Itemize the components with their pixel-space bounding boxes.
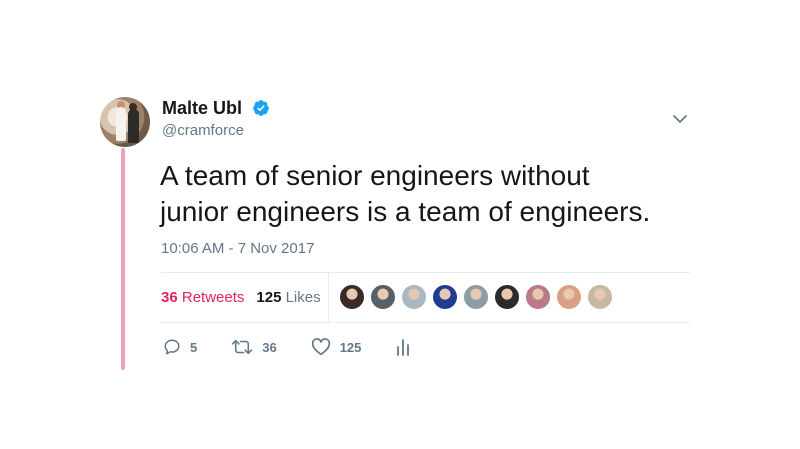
- user-handle[interactable]: @cramforce: [162, 122, 244, 139]
- retweets-label: Retweets: [181, 289, 245, 306]
- liker-avatar[interactable]: [494, 284, 520, 310]
- liker-avatar[interactable]: [463, 284, 489, 310]
- chevron-down-icon[interactable]: [672, 112, 688, 126]
- liker-avatar[interactable]: [370, 284, 396, 310]
- tweet-timestamp[interactable]: 10:06 AM - 7 Nov 2017: [161, 240, 314, 257]
- liker-avatar[interactable]: [432, 284, 458, 310]
- retweet-icon: [232, 339, 253, 355]
- avatar[interactable]: [100, 97, 150, 147]
- liker-avatar[interactable]: [587, 284, 613, 310]
- tweet-actions: 5 36 125: [163, 336, 445, 358]
- reply-count: 5: [190, 339, 198, 355]
- likes-stat[interactable]: 125 Likes: [256, 289, 320, 306]
- likes-label: Likes: [285, 289, 321, 306]
- verified-badge-icon: [253, 100, 269, 116]
- tweet-stats: 36 Retweets 125 Likes: [161, 289, 321, 306]
- tweet-text: A team of senior engineers without junio…: [160, 158, 720, 230]
- thread-line: [121, 148, 125, 370]
- liker-avatar[interactable]: [556, 284, 582, 310]
- tweet-text-line: junior engineers is a team of engineers.: [160, 196, 651, 227]
- retweets-stat[interactable]: 36 Retweets: [161, 289, 244, 306]
- reply-button[interactable]: 5: [163, 338, 197, 356]
- like-count: 125: [339, 339, 362, 355]
- divider: [161, 322, 690, 323]
- avatar-figure: [116, 107, 126, 141]
- retweet-button[interactable]: 36: [231, 338, 277, 356]
- likes-count: 125: [256, 289, 282, 306]
- liker-avatar[interactable]: [525, 284, 551, 310]
- liker-avatar[interactable]: [401, 284, 427, 310]
- avatar-figure: [128, 109, 139, 143]
- analytics-button[interactable]: [395, 338, 411, 356]
- divider: [161, 272, 690, 273]
- likers-avatars: [339, 284, 618, 312]
- heart-icon: [311, 338, 330, 356]
- analytics-icon: [397, 339, 410, 356]
- user-name[interactable]: Malte Ubl: [162, 98, 242, 119]
- reply-icon: [164, 339, 180, 355]
- like-button[interactable]: 125: [311, 338, 362, 356]
- retweets-count: 36: [161, 289, 178, 306]
- tweet-text-line: A team of senior engineers without: [160, 160, 590, 191]
- liker-avatar[interactable]: [339, 284, 365, 310]
- retweet-count: 36: [262, 339, 277, 355]
- divider: [328, 273, 329, 322]
